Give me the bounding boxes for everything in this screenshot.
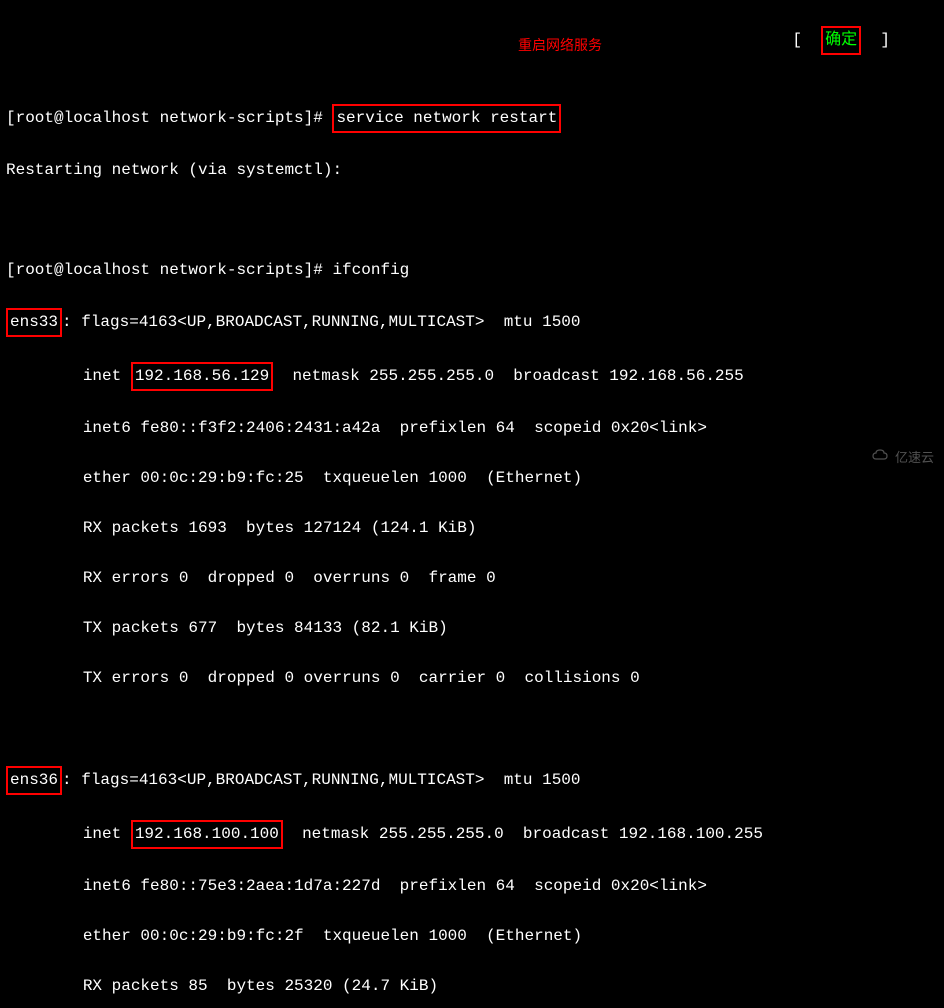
watermark-text: 亿速云 (895, 446, 934, 471)
inet-suffix: netmask 255.255.255.0 broadcast 192.168.… (283, 825, 763, 843)
interface-header: ens33: flags=4163<UP,BROADCAST,RUNNING,M… (6, 308, 938, 337)
interface-flags: : flags=4163<UP,BROADCAST,RUNNING,MULTIC… (62, 313, 580, 331)
command-text: ifconfig (332, 261, 409, 279)
inet6-line: inet6 fe80::f3f2:2406:2431:a42a prefixle… (6, 416, 938, 441)
ether-line: ether 00:0c:29:b9:fc:25 txqueuelen 1000 … (6, 466, 938, 491)
command-highlight: service network restart (332, 104, 561, 133)
shell-prompt: [root@localhost network-scripts]# (6, 109, 332, 127)
rx-packets-line: RX packets 85 bytes 25320 (24.7 KiB) (6, 974, 938, 999)
interface-header: ens36: flags=4163<UP,BROADCAST,RUNNING,M… (6, 766, 938, 795)
cloud-icon (840, 421, 891, 496)
tx-errors-line: TX errors 0 dropped 0 overruns 0 carrier… (6, 666, 938, 691)
blank-line (6, 716, 938, 741)
rx-errors-line: RX errors 0 dropped 0 overruns 0 frame 0 (6, 566, 938, 591)
rx-packets-line: RX packets 1693 bytes 127124 (124.1 KiB) (6, 516, 938, 541)
terminal-line: Restarting network (via systemctl): (6, 158, 938, 183)
status-ok-text: 确定 (821, 26, 861, 55)
inet-prefix: inet (6, 367, 131, 385)
inet6-line: inet6 fe80::75e3:2aea:1d7a:227d prefixle… (6, 874, 938, 899)
ip-address-ens33: 192.168.56.129 (131, 362, 273, 391)
inet-line: inet 192.168.56.129 netmask 255.255.255.… (6, 362, 938, 391)
annotation-text: 重启网络服务 (518, 34, 602, 59)
inet-prefix: inet (6, 825, 131, 843)
interface-name-ens33: ens33 (6, 308, 62, 337)
terminal-line: [root@localhost network-scripts]# ifconf… (6, 258, 938, 283)
watermark: 亿速云 (840, 421, 934, 496)
status-indicator: [ 确定 ] (792, 26, 890, 55)
inet-suffix: netmask 255.255.255.0 broadcast 192.168.… (273, 367, 743, 385)
tx-packets-line: TX packets 677 bytes 84133 (82.1 KiB) (6, 616, 938, 641)
ether-line: ether 00:0c:29:b9:fc:2f txqueuelen 1000 … (6, 924, 938, 949)
inet-line: inet 192.168.100.100 netmask 255.255.255… (6, 820, 938, 849)
restart-message: Restarting network (via systemctl): (6, 161, 342, 179)
shell-prompt: [root@localhost network-scripts]# (6, 261, 332, 279)
interface-name-ens36: ens36 (6, 766, 62, 795)
terminal-line: [root@localhost network-scripts]# servic… (6, 104, 938, 133)
ip-address-ens36: 192.168.100.100 (131, 820, 283, 849)
interface-flags: : flags=4163<UP,BROADCAST,RUNNING,MULTIC… (62, 771, 580, 789)
